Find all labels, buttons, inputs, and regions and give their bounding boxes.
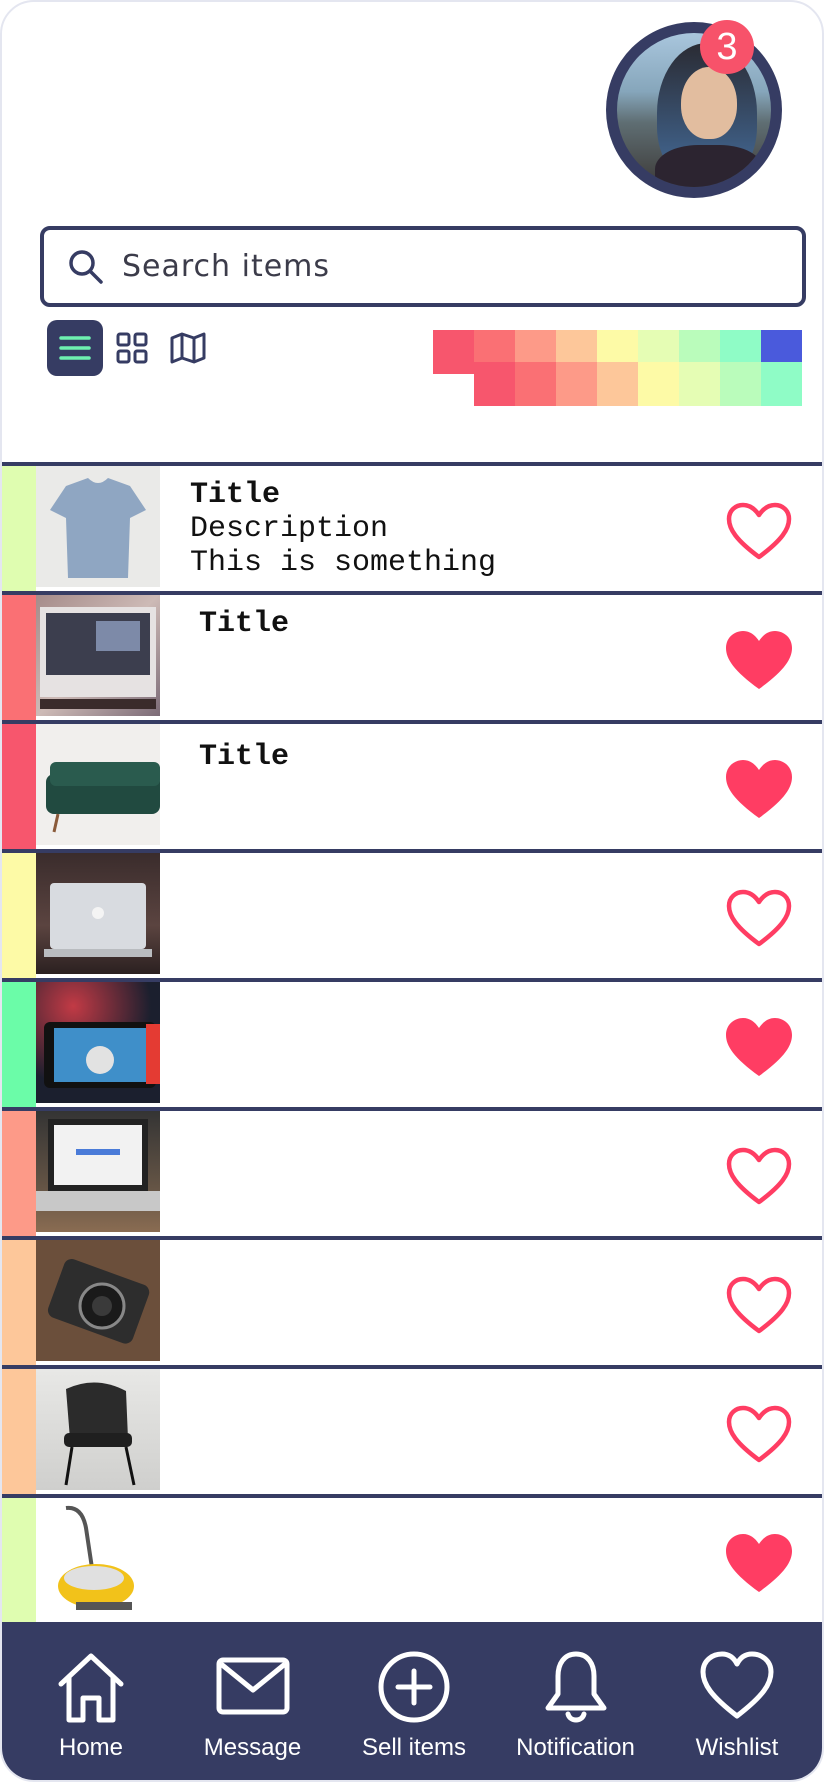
item-color-strip [2,1240,36,1365]
item-thumbnail [36,982,160,1103]
list-item[interactable] [2,978,822,1107]
item-color-strip [2,1498,36,1623]
list-icon [59,336,91,360]
item-description: Description [190,512,389,546]
palette-swatch[interactable] [515,362,556,406]
app-frame: 3 TitleDescriptionThis [0,0,824,1782]
map-icon [170,332,206,364]
item-extra: This is something [190,546,497,580]
item-thumbnail [36,724,160,845]
search-input[interactable] [122,249,762,284]
item-color-strip [2,1111,36,1236]
item-color-strip [2,982,36,1107]
map-view-button[interactable] [160,320,216,376]
nav-notification-label: Notification [516,1734,635,1761]
item-thumbnail [36,1111,160,1232]
heart-outline-icon[interactable] [724,500,794,562]
item-text: Title [199,740,289,774]
item-color-strip [2,466,36,591]
palette-swatch[interactable] [638,362,679,406]
bell-icon [545,1651,606,1723]
heart-filled-icon[interactable] [724,629,794,691]
palette-swatch[interactable] [474,362,515,406]
nav-message[interactable]: Message [178,1622,328,1780]
search-icon [69,249,103,284]
item-text: Title [199,607,289,641]
item-color-strip [2,724,36,849]
list-view-button[interactable] [47,320,103,376]
palette-swatch[interactable] [556,362,597,406]
item-thumbnail [36,1240,160,1361]
list-item[interactable]: Title [2,591,822,720]
heart-outline-icon[interactable] [724,1145,794,1207]
heart-outline-icon[interactable] [724,1274,794,1336]
heart-outline-icon [700,1651,774,1719]
notification-badge: 3 [700,20,754,74]
item-text: Title Description This is something [190,478,496,580]
grid-view-button[interactable] [104,320,160,376]
nav-home[interactable]: Home [16,1622,166,1780]
bottom-nav: Home Message Sell items Notification Wis… [2,1622,822,1780]
list-item[interactable] [2,1107,822,1236]
item-thumbnail [36,595,160,716]
item-thumbnail [36,466,160,587]
item-title: Title [199,607,290,641]
nav-sell[interactable]: Sell items [339,1622,489,1780]
heart-filled-icon[interactable] [724,1532,794,1594]
list-item[interactable] [2,1365,822,1494]
list-item[interactable] [2,849,822,978]
heart-outline-icon[interactable] [724,887,794,949]
item-thumbnail [36,1369,160,1490]
item-color-strip [2,853,36,978]
color-palette-row-2 [474,362,802,406]
avatar[interactable] [606,22,782,198]
nav-wishlist-label: Wishlist [695,1734,779,1761]
palette-swatch[interactable] [720,362,761,406]
item-color-strip [2,595,36,720]
list-item[interactable] [2,1236,822,1365]
plus-circle-icon [378,1651,450,1723]
mail-icon [216,1657,289,1715]
nav-wishlist[interactable]: Wishlist [662,1622,812,1780]
heart-filled-icon[interactable] [724,758,794,820]
item-list: Title Description This is something Title Ti… [2,462,822,1623]
nav-home-label: Home [58,1734,124,1761]
list-item[interactable] [2,1494,822,1623]
nav-message-label: Message [203,1734,302,1761]
home-icon [58,1653,124,1723]
item-thumbnail [36,1498,160,1619]
heart-outline-icon[interactable] [724,1403,794,1465]
palette-swatch[interactable] [433,330,474,374]
nav-sell-label: Sell items [361,1734,467,1761]
heart-filled-icon[interactable] [724,1016,794,1078]
item-thumbnail [36,853,160,974]
item-color-strip [2,1369,36,1494]
palette-swatch[interactable] [597,362,638,406]
grid-icon [116,332,148,364]
nav-notification[interactable]: Notification [501,1622,651,1780]
palette-swatch[interactable] [761,362,802,406]
search-bar[interactable] [40,226,806,307]
list-item[interactable]: Title Description This is something [2,462,822,591]
item-title: Title [190,478,281,512]
item-title: Title [199,740,290,774]
list-item[interactable]: Title [2,720,822,849]
palette-swatch[interactable] [679,362,720,406]
